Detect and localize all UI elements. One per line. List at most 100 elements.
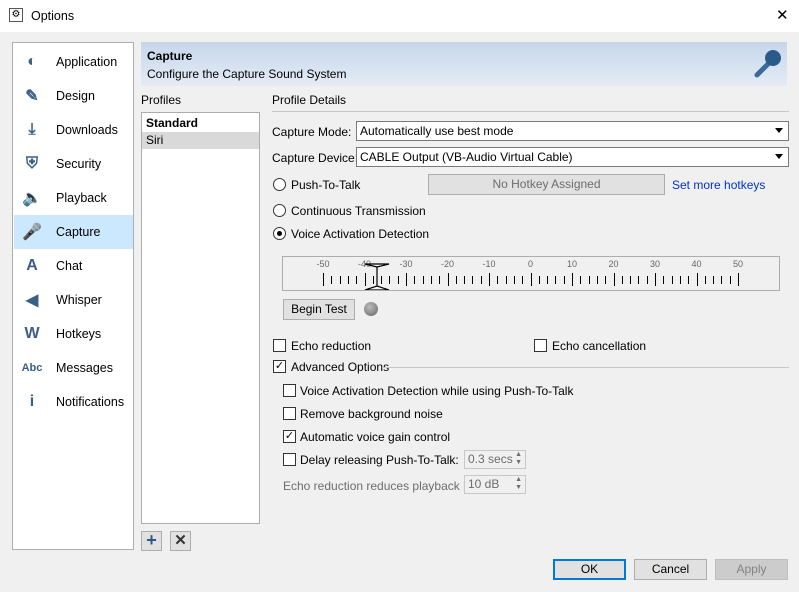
slider-tick-label: -50 [316,259,330,269]
slider-tick [513,276,515,284]
slider-tick [704,276,706,284]
chevron-down-icon [775,128,783,133]
info-icon: i [29,393,35,410]
capture-mode-select[interactable]: Automatically use best mode [356,121,789,141]
nav-item-chat[interactable]: A Chat [14,249,133,283]
slider-tick [464,276,466,284]
activation-level-slider[interactable]: -50 -40 -30 -20 -10 0 10 20 30 40 50 [282,256,780,291]
nav-item-design[interactable]: ✎ Design [14,79,133,113]
delay-ptt-checkbox[interactable] [283,453,296,466]
ok-button[interactable]: OK [553,559,626,580]
slider-tick [588,276,590,284]
continuous-transmission-label: Continuous Transmission [291,204,426,218]
slider-tick [530,273,532,286]
slider-tick [729,276,731,284]
nav-item-application[interactable]: ◐ Application [14,45,133,79]
slider-tick [339,276,341,284]
push-to-talk-radio[interactable] [273,178,286,191]
nav-item-label: Whisper [56,293,102,307]
echo-reduces-label: Echo reduction reduces playback by: [283,479,480,493]
slider-tick-label: -30 [399,259,413,269]
profiles-label: Profiles [141,93,182,107]
title-bar: ⚙ Options ✕ [0,0,799,32]
chevron-down-icon [775,154,783,159]
set-more-hotkeys-link[interactable]: Set more hotkeys [672,178,765,192]
close-button[interactable]: ✕ [776,6,789,24]
nav-item-capture[interactable]: 🎤 Capture [14,215,133,249]
nav-item-whisper[interactable]: ◀ Whisper [14,283,133,317]
nav-item-messages[interactable]: Abc Messages [14,351,133,385]
slider-tick [713,276,715,284]
nav-item-downloads[interactable]: ⤓ Downloads [14,113,133,147]
slider-tick-label: 20 [608,259,619,269]
teamspeak-icon: ◐ [27,53,37,70]
voice-activation-radio[interactable] [273,227,286,240]
profiles-list[interactable]: Standard Siri [141,112,260,524]
slider-tick-label: 40 [691,259,702,269]
cancel-button[interactable]: Cancel [634,559,707,580]
slider-tick [439,276,441,284]
delay-value: 0.3 secs [468,452,513,466]
slider-tick [455,276,457,284]
slider-tick-label: 50 [732,259,743,269]
slider-tick [638,276,640,284]
echo-cancellation-label: Echo cancellation [552,339,647,353]
nav-item-security[interactable]: ⛨ Security [14,147,133,181]
echo-cancellation-checkbox[interactable] [534,339,547,352]
apply-button[interactable]: Apply [715,559,788,580]
agc-label: Automatic voice gain control [300,430,451,444]
profile-item-standard[interactable]: Standard [142,115,259,132]
echo-reduction-spinbox[interactable]: 10 dB ▲ ▼ [464,475,526,494]
profile-details-label: Profile Details [272,93,347,107]
slider-tick [547,276,549,284]
abc-icon: Abc [21,362,43,374]
category-list: ◐ Application ✎ Design ⤓ Downloads ⛨ Security 🔈 P… [12,42,134,550]
capture-device-value: CABLE Output (VB-Audio Virtual Cable) [360,150,573,164]
divider [382,367,789,368]
echo-reduction-checkbox[interactable] [273,339,286,352]
slider-tick [596,276,598,284]
advanced-options-checkbox[interactable]: ✓ [273,360,286,373]
slider-tick [605,276,607,284]
delete-profile-button[interactable]: ✕ [170,531,191,551]
continuous-transmission-radio[interactable] [273,204,286,217]
nav-item-hotkeys[interactable]: W Hotkeys [14,317,133,351]
slider-tick-label: -10 [482,259,496,269]
slider-tick [655,273,656,286]
spin-arrows-icon: ▲ ▼ [515,476,522,491]
microphone-icon [754,50,781,78]
slider-tick-label: 30 [649,259,660,269]
pencil-icon: ✎ [25,88,39,105]
capture-device-label: Capture Device: [272,151,359,165]
add-profile-button[interactable]: + [141,531,162,551]
capture-device-select[interactable]: CABLE Output (VB-Audio Virtual Cable) [356,147,789,167]
agc-checkbox[interactable]: ✓ [283,430,296,443]
shield-icon: ⛨ [25,155,38,172]
slider-thumb[interactable] [363,260,391,290]
slider-tick [580,276,582,284]
remove-noise-checkbox[interactable] [283,407,296,420]
nav-item-notifications[interactable]: i Notifications [14,385,133,419]
microphone-icon: 🎤 [22,224,42,241]
nav-item-label: Messages [56,361,113,375]
nav-item-label: Hotkeys [56,327,102,341]
slider-tick [688,276,690,284]
slider-tick [406,273,407,286]
speaker-icon: 🔈 [22,190,42,207]
vad-while-ptt-label: Voice Activation Detection while using P… [300,384,574,398]
hotkey-button[interactable]: No Hotkey Assigned [428,174,665,195]
vad-while-ptt-checkbox[interactable] [283,384,296,397]
slider-tick-label: -20 [440,259,454,269]
delay-ptt-spinbox[interactable]: 0.3 secs ▲ ▼ [464,450,526,469]
slider-tick [397,276,399,284]
begin-test-button[interactable]: Begin Test [283,299,355,320]
slider-tick [522,276,524,284]
spin-arrows-icon: ▲ ▼ [515,451,522,466]
echo-value: 10 dB [468,477,500,491]
nav-item-label: Security [56,157,102,171]
slider-tick [347,276,349,284]
profile-item-siri[interactable]: Siri [142,132,259,149]
nav-item-playback[interactable]: 🔈 Playback [14,181,133,215]
slider-tick [613,273,615,286]
slider-tick [430,276,432,284]
